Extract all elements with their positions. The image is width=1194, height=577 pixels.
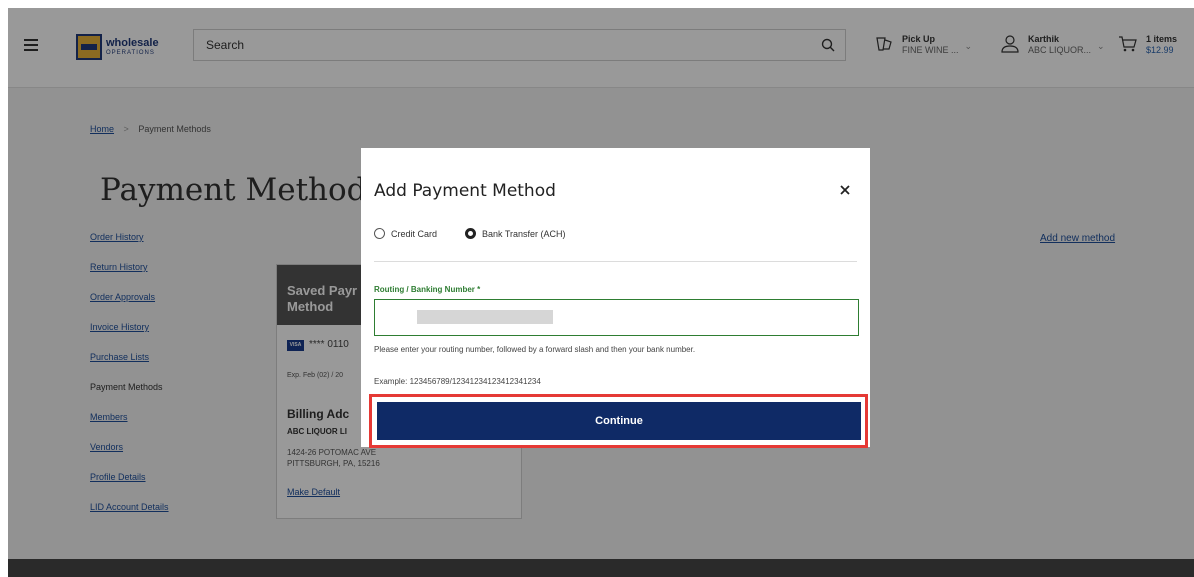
field-example: Example: 123456789/12341234123412341234	[374, 377, 541, 386]
app-frame: wholesale OPERATIONS Pick Up FINE WINE .…	[8, 8, 1194, 577]
footer-bar	[8, 559, 1194, 577]
radio-checked-icon[interactable]	[465, 228, 477, 239]
radio-credit-card-label: Credit Card	[391, 228, 438, 239]
radio-credit-card[interactable]: Credit Card	[374, 228, 437, 239]
field-hint: Please enter your routing number, follow…	[374, 345, 696, 354]
divider	[374, 261, 857, 262]
routing-number-field	[374, 299, 859, 336]
modal-title: Add Payment Method	[374, 181, 556, 201]
radio-unchecked-icon[interactable]	[374, 228, 385, 239]
radio-bank-transfer-label: Bank Transfer (ACH)	[482, 228, 566, 239]
redacted-value	[417, 310, 553, 324]
add-payment-method-modal: Add Payment Method Credit Card Bank Tran…	[361, 148, 870, 448]
continue-button[interactable]: Continue	[377, 402, 861, 440]
close-icon[interactable]	[837, 182, 853, 198]
radio-bank-transfer[interactable]: Bank Transfer (ACH)	[465, 228, 566, 239]
routing-number-label: Routing / Banking Number *	[374, 285, 481, 294]
payment-type-options: Credit Card Bank Transfer (ACH)	[374, 228, 594, 239]
